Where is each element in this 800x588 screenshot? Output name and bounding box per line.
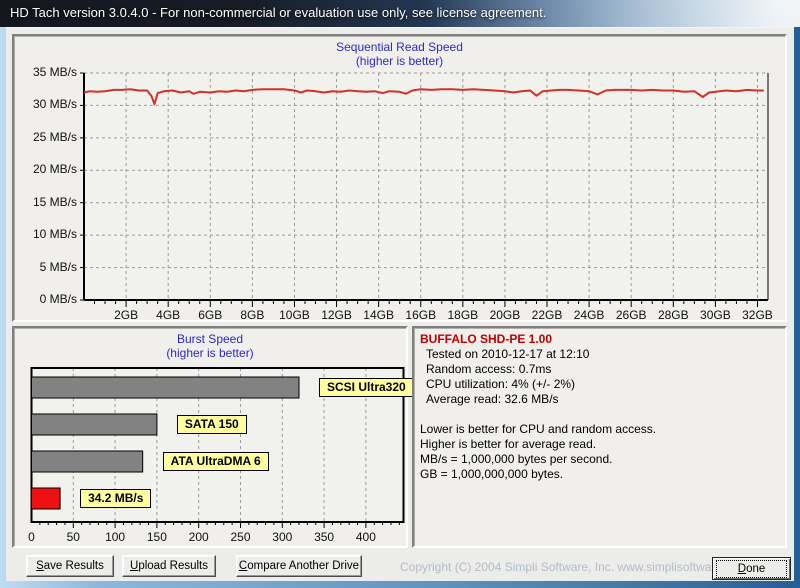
note-gb-definition: GB = 1,000,000,000 bytes. — [420, 467, 779, 482]
compare-another-drive-button[interactable]: Compare Another Drive — [236, 555, 362, 577]
copyright-text: Copyright (C) 2004 Simpli Software, Inc.… — [400, 560, 748, 574]
tick-label: 5 MB/s — [17, 260, 77, 274]
app-window: HD Tach version 3.0.4.0 - For non-commer… — [0, 0, 800, 588]
tick-label: 0 MB/s — [17, 292, 77, 306]
title-bar[interactable]: HD Tach version 3.0.4.0 - For non-commer… — [0, 0, 800, 27]
done-button[interactable]: Done — [712, 557, 791, 580]
note-higher-better: Higher is better for average read. — [420, 437, 779, 452]
tick-label: 15 MB/s — [17, 195, 77, 209]
save-results-label: Save Results — [27, 556, 113, 576]
burst-chart-subtitle: (higher is better) — [14, 346, 406, 360]
tick-label: 35 MB/s — [17, 65, 77, 79]
cpu-utilization: CPU utilization: 4% (+/- 2%) — [426, 377, 779, 392]
drive-name: BUFFALO SHD-PE 1.00 — [420, 332, 779, 347]
compare-another-drive-label: Compare Another Drive — [237, 556, 361, 576]
upload-results-button[interactable]: Upload Results — [122, 555, 216, 577]
client-area: Sequential Read Speed (higher is better)… — [6, 27, 794, 581]
average-read: Average read: 32.6 MB/s — [426, 392, 779, 407]
tick-label: 10 MB/s — [17, 227, 77, 241]
done-label: Done — [716, 560, 787, 578]
tick-label: 400 — [341, 530, 391, 544]
seq-chart-subtitle: (higher is better) — [14, 54, 785, 68]
note-mbs-definition: MB/s = 1,000,000 bytes per second. — [420, 452, 779, 467]
tick-label: 32GB — [727, 308, 787, 322]
tick-label: 25 MB/s — [17, 130, 77, 144]
tick-label: ATA UltraDMA 6 — [163, 452, 269, 471]
seq-plot-svg — [79, 72, 771, 310]
tested-on: Tested on 2010-12-17 at 12:10 — [426, 347, 779, 362]
save-results-button[interactable]: Save Results — [26, 555, 114, 577]
window-title: HD Tach version 3.0.4.0 - For non-commer… — [10, 5, 546, 20]
burst-speed-panel: Burst Speed (higher is better) SCSI Ultr… — [12, 326, 408, 548]
tick-label: SCSI Ultra320 — [319, 378, 414, 397]
note-lower-better: Lower is better for CPU and random acces… — [420, 422, 779, 437]
drive-info-panel: BUFFALO SHD-PE 1.00 Tested on 2010-12-17… — [412, 326, 787, 548]
seq-chart-title: Sequential Read Speed — [14, 40, 785, 54]
sequential-read-panel: Sequential Read Speed (higher is better)… — [12, 34, 787, 322]
tick-label: 30 MB/s — [17, 97, 77, 111]
burst-plot: SCSI Ultra320SATA 150ATA UltraDMA 634.2 … — [30, 367, 406, 539]
burst-chart-title: Burst Speed — [14, 332, 406, 346]
tick-label: 34.2 MB/s — [80, 489, 151, 508]
upload-results-label: Upload Results — [123, 556, 215, 576]
tick-label: SATA 150 — [177, 415, 247, 434]
tick-label: 20 MB/s — [17, 162, 77, 176]
seq-plot: 0 MB/s5 MB/s10 MB/s15 MB/s20 MB/s25 MB/s… — [79, 72, 771, 308]
random-access: Random access: 0.7ms — [426, 362, 779, 377]
